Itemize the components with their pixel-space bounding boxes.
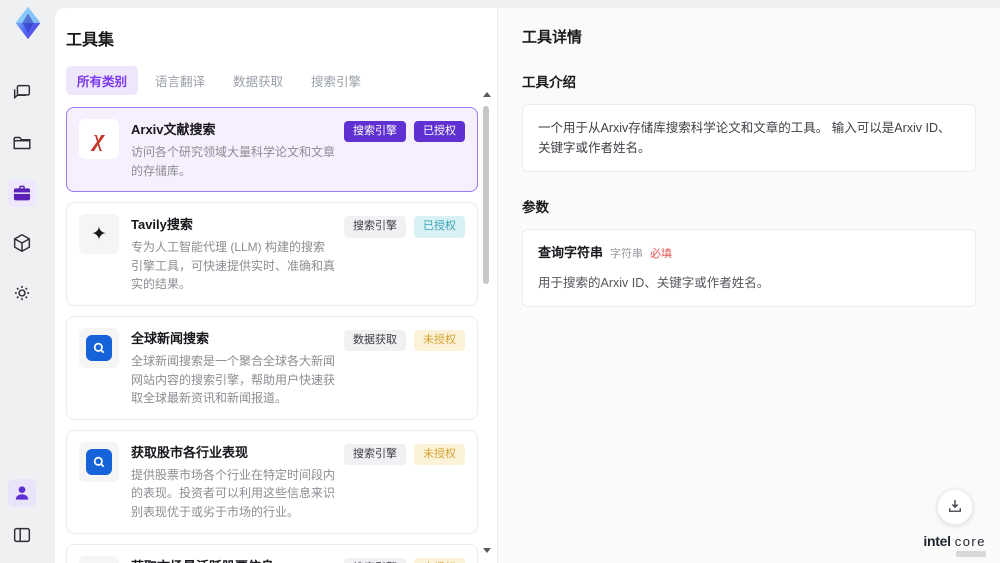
category-tabs: 所有类别 语言翻译 数据获取 搜索引擎 [66,66,497,95]
category-badge: 搜索引擎 [344,216,406,238]
bottom-right-widgets: intel core [923,489,986,557]
download-button[interactable] [936,489,973,525]
tab-language-translation[interactable]: 语言翻译 [144,66,216,95]
intro-text: 一个用于从Arxiv存储库搜索科学论文和文章的工具。 输入可以是Arxiv ID… [522,104,976,172]
param-name: 查询字符串 [538,245,604,260]
page-title: 工具集 [66,32,115,49]
params-heading: 参数 [522,200,549,215]
tool-detail-pane: 工具详情 工具介绍 一个用于从Arxiv存储库搜索科学论文和文章的工具。 输入可… [497,8,1000,563]
tavily-sparkle-icon: ✦ [79,214,119,255]
sidebar-item-settings[interactable] [8,279,36,307]
news-search-icon [79,327,119,368]
tool-list-scrollbar[interactable] [482,92,491,553]
auth-status-badge: 未授权 [414,443,465,466]
tool-list-item-tavily[interactable]: ✦ Tavily搜索 专为人工智能代理 (LLM) 构建的搜索引擎工具，可快速提… [66,202,478,306]
intel-core-logo: intel core [923,533,986,549]
intro-heading: 工具介绍 [522,75,576,90]
sidebar-item-user[interactable] [8,479,36,507]
scrollbar-thumb[interactable] [483,106,489,284]
tool-description: 访问各个研究领域大量科学论文和文章的存储库。 [131,145,336,178]
news-search-icon [79,555,119,563]
tool-title: Tavily搜索 [131,217,193,233]
intel-sub-badge [956,551,986,557]
auth-status-badge: 已授权 [414,121,465,143]
folder-icon [11,132,33,154]
user-icon [12,483,32,503]
tab-all-categories[interactable]: 所有类别 [66,66,139,95]
auth-status-badge: 已授权 [414,216,465,238]
tool-description: 全球新闻搜索是一个聚合全球各大新闻网站内容的搜索引擎，帮助用户快速获取全球最新资… [131,353,336,406]
param-card: 查询字符串 字符串 必填 用于搜索的Arxiv ID、关键字或作者姓名。 [522,229,976,307]
detail-title: 工具详情 [522,29,583,46]
chat-icon [11,82,33,104]
sidebar-item-packages[interactable] [8,229,36,257]
gear-icon [11,282,33,304]
app-logo-icon [8,3,48,43]
tool-list-item-active-stocks[interactable]: 获取市场最活跃股票信息 提供当天交易量最高的股票列表，投资者可以利用这些信息来识… [66,543,478,563]
sidebar [0,0,55,563]
tool-title: Arxiv文献搜索 [131,122,216,137]
tool-title: 获取股市各行业表现 [131,444,249,460]
core-wordmark: core [954,534,986,549]
tab-search-engine[interactable]: 搜索引擎 [300,66,372,95]
param-required-badge: 必填 [650,248,673,260]
tool-title: 全球新闻搜索 [131,330,210,346]
intel-wordmark: intel [923,533,951,549]
download-icon [946,497,964,518]
news-search-icon [79,441,119,482]
sidebar-item-files[interactable] [8,129,36,157]
auth-status-badge: 未授权 [414,557,465,563]
auth-status-badge: 未授权 [414,329,465,352]
scroll-down-arrow-icon[interactable] [483,548,491,553]
main-content: 工具集 所有类别 语言翻译 数据获取 搜索引擎 χ Arxiv文献搜索 访问各个… [55,8,1000,563]
param-description: 用于搜索的Arxiv ID、关键字或作者姓名。 [538,275,770,290]
toolset-pane: 工具集 所有类别 语言翻译 数据获取 搜索引擎 χ Arxiv文献搜索 访问各个… [55,8,497,563]
tool-list: χ Arxiv文献搜索 访问各个研究领域大量科学论文和文章的存储库。 搜索引擎 … [66,107,478,563]
tool-title: 获取市场最活跃股票信息 [131,556,336,563]
cube-icon [11,232,33,254]
sidebar-item-toolbox[interactable] [8,179,36,207]
tool-description: 专为人工智能代理 (LLM) 构建的搜索引擎工具，可快速提供实时、准确和真实的结… [131,240,336,292]
sidebar-item-chat[interactable] [8,79,36,107]
toolbox-icon [11,182,33,204]
scroll-up-arrow-icon[interactable] [483,92,491,97]
layout-panel-icon [11,524,33,546]
arxiv-logo-icon: χ [79,119,119,159]
sidebar-item-collapse-panel[interactable] [8,521,36,549]
param-type: 字符串 [610,248,644,260]
category-badge: 搜索引擎 [344,121,406,143]
category-badge: 数据获取 [344,329,406,352]
category-badge: 搜索引擎 [344,557,406,563]
tool-list-item-global-news[interactable]: 全球新闻搜索 全球新闻搜索是一个聚合全球各大新闻网站内容的搜索引擎，帮助用户快速… [66,315,478,420]
category-badge: 搜索引擎 [344,443,406,466]
tool-list-item-sector-performance[interactable]: 获取股市各行业表现 提供股票市场各个行业在特定时间段内的表现。投资者可以利用这些… [66,429,478,534]
tool-description: 提供股票市场各个行业在特定时间段内的表现。投资者可以利用这些信息来识别表现优于或… [131,467,336,519]
tool-list-item-arxiv[interactable]: χ Arxiv文献搜索 访问各个研究领域大量科学论文和文章的存储库。 搜索引擎 … [66,107,478,193]
tab-data-fetch[interactable]: 数据获取 [222,66,294,95]
